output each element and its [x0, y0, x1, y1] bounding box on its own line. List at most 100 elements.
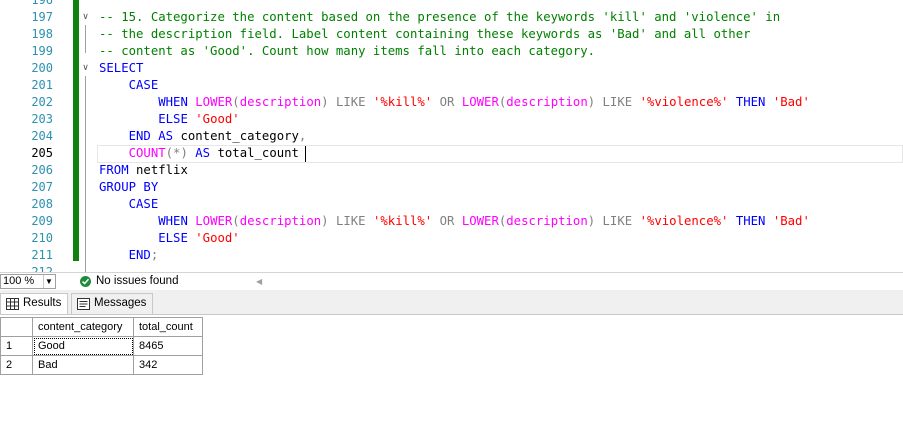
table-row[interactable]: 1 Good 8465: [0, 336, 203, 356]
code-token: LOWER: [195, 95, 233, 109]
zoom-dropdown[interactable]: 100 % ▼: [0, 274, 56, 289]
results-pane[interactable]: content_category total_count 1 Good 8465…: [0, 314, 903, 436]
code-token: LOWER: [461, 95, 499, 109]
grid-cell[interactable]: 8465: [133, 336, 203, 356]
code-token: total_count: [210, 146, 299, 160]
code-line[interactable]: -- 15. Categorize the content based on t…: [99, 9, 780, 26]
results-grid[interactable]: content_category total_count 1 Good 8465…: [0, 317, 203, 375]
grid-corner[interactable]: [0, 317, 33, 337]
code-line[interactable]: WHEN LOWER(description) LIKE '%kill%' OR…: [99, 94, 810, 111]
code-line[interactable]: ELSE 'Good': [99, 230, 239, 247]
collapse-comment-icon[interactable]: ∨: [80, 9, 91, 26]
code-token: END: [128, 248, 151, 262]
tab-messages[interactable]: Messages: [71, 293, 154, 314]
line-number: 208: [31, 197, 53, 211]
code-line[interactable]: CASE: [99, 196, 159, 213]
collapse-select-icon[interactable]: ∨: [80, 60, 91, 77]
row-number[interactable]: 2: [0, 355, 33, 375]
table-row[interactable]: 2 Bad 342: [0, 355, 203, 375]
code-token: description: [239, 214, 322, 228]
tab-messages-label: Messages: [94, 297, 147, 309]
code-token: -- content as 'Good'. Count how many ite…: [99, 44, 596, 58]
line-number: 210: [31, 231, 53, 245]
code-token: ): [321, 214, 329, 228]
code-token: '%violence%': [639, 214, 729, 228]
code-token: -- the description field. Label content …: [99, 27, 751, 41]
fold-guide: [85, 76, 86, 272]
messages-icon: [77, 298, 90, 310]
grid-cell[interactable]: Good: [32, 336, 134, 356]
code-token: 'Bad': [772, 214, 810, 228]
code-token: LOWER: [195, 214, 233, 228]
code-line[interactable]: END AS content_category,: [99, 128, 307, 145]
grid-cell[interactable]: 342: [133, 355, 203, 375]
code-token: OR: [439, 95, 455, 109]
code-token: LIKE: [602, 95, 633, 109]
text-cursor: [305, 146, 306, 162]
code-token: LOWER: [461, 214, 499, 228]
code-token: COUNT: [128, 146, 166, 160]
code-line[interactable]: WHEN LOWER(description) LIKE '%kill%' OR…: [99, 213, 810, 230]
code-token: '%kill%': [372, 214, 433, 228]
code-token: description: [239, 95, 322, 109]
check-circle-icon: [80, 276, 91, 287]
code-line[interactable]: -- the description field. Label content …: [99, 26, 751, 43]
issues-status: No issues found: [96, 275, 179, 287]
grid-header-row: content_category total_count: [0, 317, 203, 337]
code-token: '%violence%': [639, 95, 729, 109]
code-token: ,: [298, 129, 307, 143]
line-number: 201: [31, 78, 53, 92]
line-number: 196: [31, 0, 53, 7]
query-editor[interactable]: 196 197 198 199 200 201 202 203 204 205 206 207 208 2…: [0, 0, 903, 272]
code-line[interactable]: -- content as 'Good'. Count how many ite…: [99, 43, 595, 60]
line-number-gutter: 196 197 198 199 200 201 202 203 204 205 206 207 208 2…: [0, 0, 62, 272]
code-line[interactable]: FROM netflix: [99, 162, 188, 179]
chevron-down-icon[interactable]: ▼: [43, 275, 54, 288]
code-line[interactable]: SELECT: [99, 60, 143, 77]
code-line[interactable]: END;: [99, 247, 159, 264]
scroll-left-icon[interactable]: ◀: [256, 275, 262, 288]
code-token: THEN: [735, 214, 766, 228]
tab-results[interactable]: Results: [0, 293, 69, 315]
line-number: 206: [31, 163, 53, 177]
code-line[interactable]: ELSE 'Good': [99, 111, 239, 128]
code-line[interactable]: CASE: [99, 77, 159, 94]
row-number[interactable]: 1: [0, 336, 33, 356]
code-token: '%kill%': [372, 95, 433, 109]
grid-icon: [6, 298, 19, 310]
results-tab-bar: Results Messages: [0, 290, 903, 315]
code-token: WHEN: [158, 95, 188, 109]
code-line[interactable]: GROUP BY: [99, 179, 158, 196]
column-header[interactable]: total_count: [133, 317, 203, 337]
code-token: OR: [439, 214, 455, 228]
code-token: 'Bad': [772, 95, 810, 109]
line-number: 203: [31, 112, 53, 126]
code-token: -- 15. Categorize the content based on t…: [99, 10, 781, 24]
code-line[interactable]: COUNT(*) AS total_count: [99, 145, 299, 162]
grid-cell[interactable]: Bad: [32, 355, 134, 375]
code-token: CASE: [128, 197, 159, 211]
code-token: WHEN: [158, 214, 188, 228]
code-token: (*): [165, 146, 188, 160]
line-number: 209: [31, 214, 53, 228]
line-number: 211: [31, 248, 53, 262]
code-token: (: [232, 214, 240, 228]
column-header[interactable]: content_category: [32, 317, 134, 337]
